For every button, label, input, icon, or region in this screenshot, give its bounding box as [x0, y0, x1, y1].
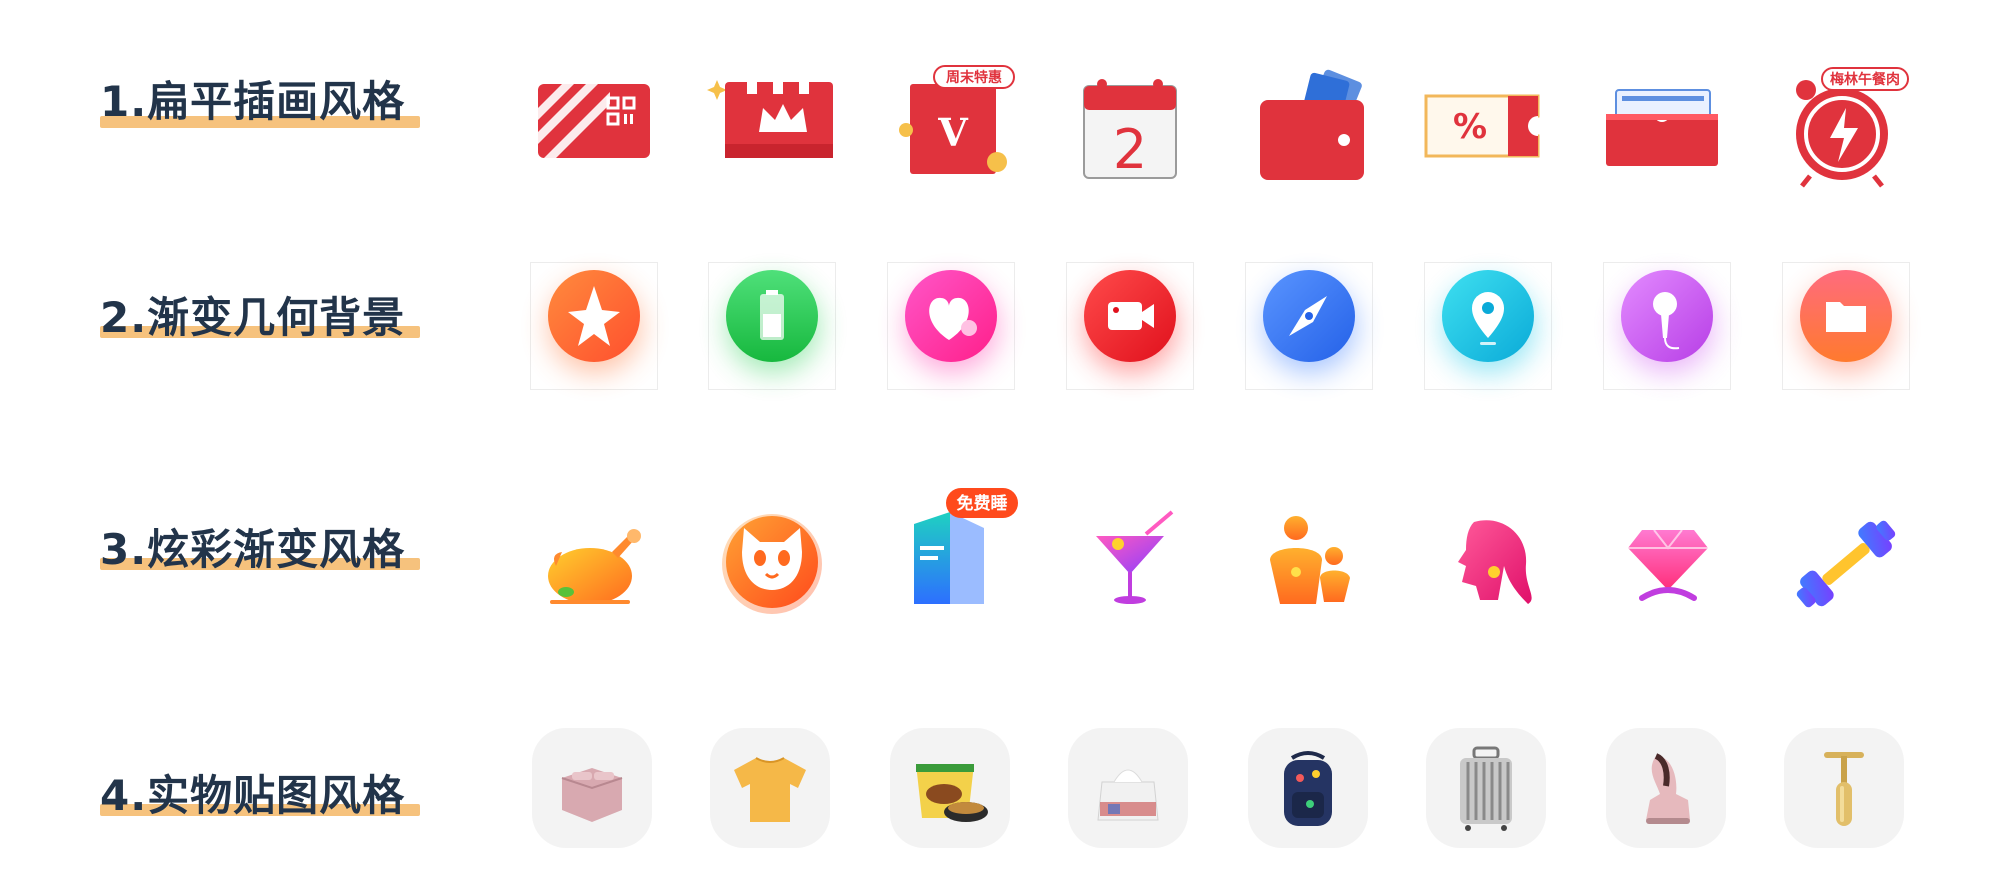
- folder-gradient-icon[interactable]: [1782, 262, 1910, 390]
- instant-noodles-icon[interactable]: [890, 728, 1010, 848]
- star-gradient-icon[interactable]: [530, 262, 658, 390]
- row-title: 2.渐变几何背景: [100, 293, 406, 342]
- bedding-icon[interactable]: [532, 728, 652, 848]
- cocktail-icon[interactable]: [1060, 494, 1200, 634]
- suitcase-icon[interactable]: [1426, 728, 1546, 848]
- crown-box-icon[interactable]: [707, 58, 847, 198]
- vip-bag-icon[interactable]: V 周末特惠: [880, 54, 1020, 194]
- beauty-roller-icon[interactable]: [1784, 728, 1904, 848]
- dumbbell-icon[interactable]: [1776, 494, 1916, 634]
- row-title: 3.炫彩渐变风格: [100, 525, 406, 574]
- roast-chicken-icon[interactable]: [526, 494, 666, 634]
- hotel-building-icon[interactable]: 免费睡: [880, 484, 1020, 624]
- video-gradient-icon[interactable]: [1066, 262, 1194, 390]
- backpack-icon[interactable]: [1248, 728, 1368, 848]
- row-title: 1.扁平插画风格: [100, 77, 406, 126]
- battery-gradient-icon[interactable]: [708, 262, 836, 390]
- diamond-icon[interactable]: [1598, 494, 1738, 634]
- heart-gradient-icon[interactable]: [887, 262, 1015, 390]
- parent-child-icon[interactable]: [1240, 494, 1380, 634]
- wallet-icon[interactable]: [1240, 58, 1380, 198]
- calendar-day: 2: [1113, 118, 1147, 181]
- lunch-meat-badge: 梅林午餐肉: [1830, 71, 1900, 88]
- qr-card-icon[interactable]: [522, 60, 662, 200]
- coupon-percent: %: [1453, 107, 1487, 147]
- weekend-special-badge: 周末特惠: [946, 69, 1002, 86]
- woman-profile-icon[interactable]: [1418, 494, 1558, 634]
- mite-vacuum-icon[interactable]: [1606, 728, 1726, 848]
- tissue-box-icon[interactable]: [1068, 728, 1188, 848]
- coupon-icon[interactable]: %: [1412, 58, 1552, 198]
- vip-letter: V: [937, 110, 969, 155]
- calendar-icon[interactable]: 2: [1058, 58, 1198, 198]
- compass-gradient-icon[interactable]: [1245, 262, 1373, 390]
- microphone-gradient-icon[interactable]: [1603, 262, 1731, 390]
- cat-icon[interactable]: [702, 492, 842, 632]
- tshirt-icon[interactable]: [710, 728, 830, 848]
- alarm-clock-icon[interactable]: 梅林午餐肉: [1770, 54, 1910, 194]
- location-gradient-icon[interactable]: [1424, 262, 1552, 390]
- free-sleep-badge: 免费睡: [957, 493, 1008, 514]
- row-title: 4.实物贴图风格: [100, 771, 406, 820]
- card-folder-icon[interactable]: [1590, 58, 1730, 198]
